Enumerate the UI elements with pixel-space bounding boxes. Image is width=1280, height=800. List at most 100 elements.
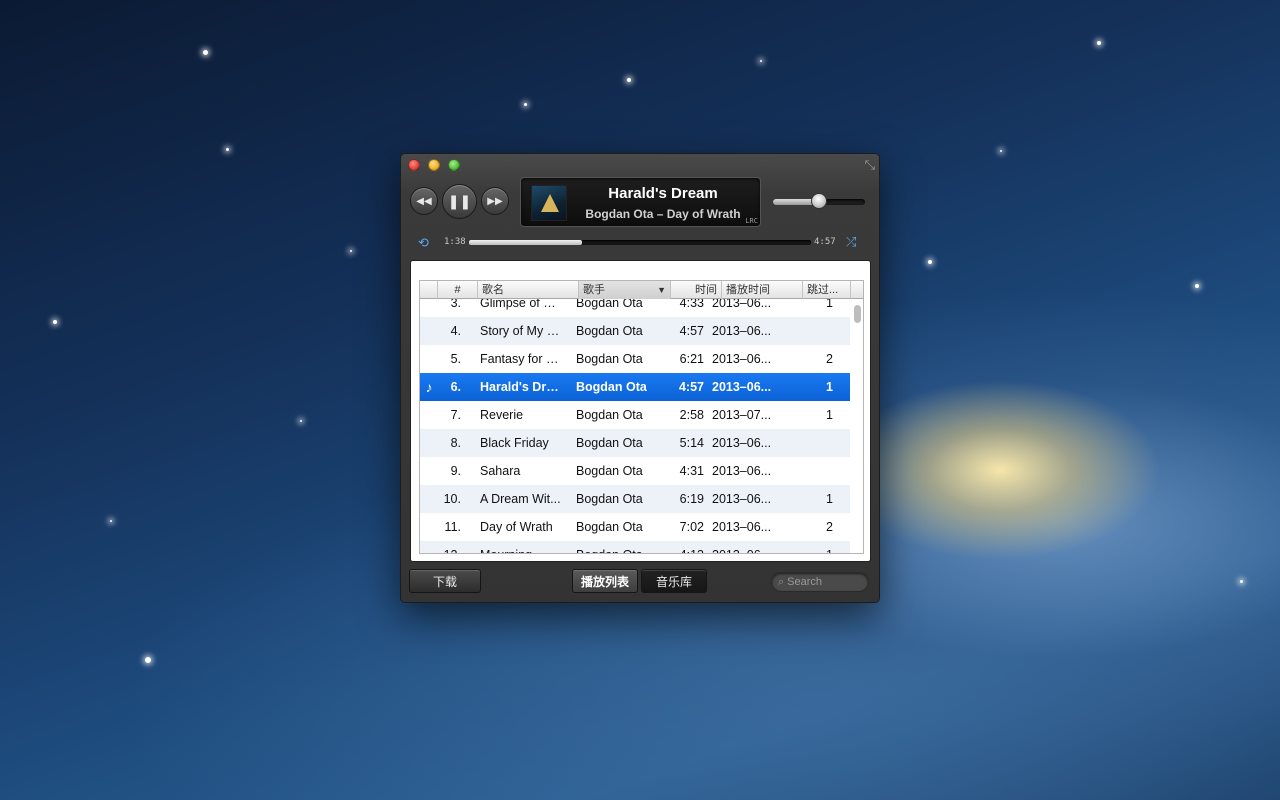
track-artist: Bogdan Ota — [576, 492, 643, 506]
column-artist-label: 歌手 — [583, 284, 605, 296]
track-name: Mourning — [465, 548, 565, 553]
close-window-button[interactable] — [408, 159, 420, 171]
elapsed-time: 1:38 — [444, 237, 466, 247]
track-artist: Bogdan Ota — [576, 324, 643, 338]
lyrics-button[interactable]: LRC — [745, 217, 758, 225]
bottom-toolbar: 下载 播放列表 音乐库 ⌕ — [401, 564, 879, 602]
track-name: Day of Wrath — [480, 520, 553, 534]
table-header: # 歌名 歌手 ▼ 时间 播放时间 跳过... — [420, 281, 863, 299]
column-title[interactable]: 歌名 — [478, 281, 579, 299]
track-number: 9. — [450, 464, 461, 478]
playlist-panel: 3. Glimpse of H... Bogdan Ota 4:33 2013–06..… — [410, 260, 871, 562]
track-artist-album: Bogdan Ota – Day of Wrath — [585, 207, 741, 221]
table-row[interactable]: 9. Sahara Bogdan Ota 4:31 2013–06... — [420, 457, 850, 485]
tab-library[interactable]: 音乐库 — [641, 569, 707, 593]
resize-icon[interactable]: ⤡ — [865, 157, 875, 173]
download-button[interactable]: 下载 — [409, 569, 481, 593]
track-name: Sahara — [480, 464, 521, 478]
track-number: 6. — [450, 380, 461, 394]
zoom-window-button[interactable] — [448, 159, 460, 171]
shuffle-icon[interactable]: ⤮ — [846, 234, 856, 250]
table-row[interactable]: 5. Fantasy for Pi... Bogdan Ota 6:21 2013–06… — [420, 345, 850, 373]
total-time: 4:57 — [814, 237, 836, 247]
table-row[interactable]: 7. Reverie Bogdan Ota 2:58 2013–07... 1 — [420, 401, 850, 429]
track-skip-count: 1 — [826, 408, 833, 422]
next-track-button[interactable]: ▶▶ — [481, 187, 509, 215]
playlist-table: 3. Glimpse of H... Bogdan Ota 4:33 2013–06..… — [419, 280, 864, 554]
play-pause-button[interactable]: ❚❚ — [442, 184, 477, 219]
window-controls — [408, 159, 460, 171]
track-artist: Bogdan Ota — [576, 464, 643, 478]
track-number: 5. — [450, 352, 461, 366]
previous-track-button[interactable]: ◀◀ — [410, 187, 438, 215]
track-played-time: 2013–06... — [712, 464, 772, 478]
playlist-rows: 3. Glimpse of H... Bogdan Ota 4:33 2013–06..… — [420, 289, 850, 553]
now-playing-icon: ♪ — [425, 379, 433, 395]
search-input[interactable] — [787, 576, 858, 588]
track-played-time: 2013–06... — [712, 352, 772, 366]
track-skip-count: 1 — [790, 548, 838, 553]
track-skip-count: 2 — [826, 352, 833, 366]
track-duration: 4:57 — [679, 324, 704, 338]
column-skip-count[interactable]: 跳过... — [803, 281, 851, 299]
volume-knob[interactable] — [811, 193, 827, 209]
track-title: Harald's Dream — [608, 185, 718, 202]
scroll-thumb[interactable] — [854, 305, 861, 323]
track-played-time: 2013–06... — [712, 520, 772, 534]
tab-playlist[interactable]: 播放列表 — [572, 569, 638, 593]
playlist-scrollbar[interactable] — [851, 300, 863, 553]
track-artist: Bogdan Ota — [576, 380, 647, 394]
track-artist: Bogdan Ota — [576, 436, 643, 450]
column-spacer — [851, 281, 863, 299]
rewind-icon: ◀◀ — [416, 195, 432, 207]
table-row[interactable]: 10. A Dream Wit... Bogdan Ota 6:19 2013–06..… — [420, 485, 850, 513]
minimize-window-button[interactable] — [428, 159, 440, 171]
track-artist: Bogdan Ota — [576, 408, 643, 422]
track-duration: 4:57 — [678, 380, 704, 394]
track-name: Black Friday — [480, 436, 549, 450]
track-number: 7. — [450, 408, 461, 422]
track-duration: 4:31 — [679, 464, 704, 478]
search-icon: ⌕ — [778, 575, 785, 588]
track-played-time: 2013–06... — [712, 324, 772, 338]
music-player-window: ⤡ ◀◀ ❚❚ ▶▶ Harald's Dream Bogdan Ota – D… — [400, 153, 880, 603]
progress-bar[interactable] — [469, 240, 811, 245]
track-duration: 2:58 — [679, 408, 704, 422]
track-skip-count: 1 — [826, 380, 833, 394]
track-artist: Bogdan Ota — [576, 520, 643, 534]
album-art[interactable] — [531, 185, 567, 221]
now-playing-display: Harald's Dream Bogdan Ota – Day of Wrath… — [520, 177, 761, 227]
table-row[interactable]: 4. Story of My Life Bogdan Ota 4:57 2013–06.… — [420, 317, 850, 345]
track-played-time: 2013–06... — [712, 380, 772, 394]
track-number: 12. — [438, 548, 465, 553]
track-number: 11. — [444, 520, 461, 534]
track-artist: Bogdan Ota — [565, 548, 657, 553]
repeat-icon[interactable]: ⟲ — [418, 235, 429, 251]
track-name: Harald's Dream — [480, 380, 565, 394]
table-row[interactable]: ♪ 6. Harald's Dream Bogdan Ota 4:57 2013–06..… — [420, 373, 850, 401]
pause-icon: ❚❚ — [447, 193, 472, 209]
track-name: A Dream Wit... — [480, 492, 561, 506]
column-number[interactable]: # — [438, 281, 478, 299]
track-number: 8. — [450, 436, 461, 450]
column-time[interactable]: 时间 — [671, 281, 722, 299]
track-played-time: 2013–06... — [712, 492, 772, 506]
progress-fill — [469, 240, 582, 245]
track-skip-count: 1 — [826, 492, 833, 506]
track-duration: 5:14 — [679, 436, 704, 450]
column-played-time[interactable]: 播放时间 — [722, 281, 803, 299]
column-playing[interactable] — [420, 281, 438, 299]
column-artist[interactable]: 歌手 ▼ — [579, 281, 671, 299]
fast-forward-icon: ▶▶ — [487, 195, 503, 207]
track-number: 10. — [443, 492, 461, 506]
track-played-time: 2013–06... — [708, 548, 790, 553]
table-row[interactable]: 11. Day of Wrath Bogdan Ota 7:02 2013–06... 2 — [420, 513, 850, 541]
track-duration: 6:21 — [679, 352, 704, 366]
track-number: 4. — [450, 324, 461, 338]
table-row[interactable]: 12.MourningBogdan Ota4:132013–06...1 — [420, 541, 850, 553]
track-duration: 4:13 — [657, 548, 708, 553]
search-box[interactable]: ⌕ — [771, 572, 869, 592]
table-row[interactable]: 8. Black Friday Bogdan Ota 5:14 2013–06... — [420, 429, 850, 457]
track-played-time: 2013–06... — [712, 436, 772, 450]
track-duration: 6:19 — [679, 492, 704, 506]
